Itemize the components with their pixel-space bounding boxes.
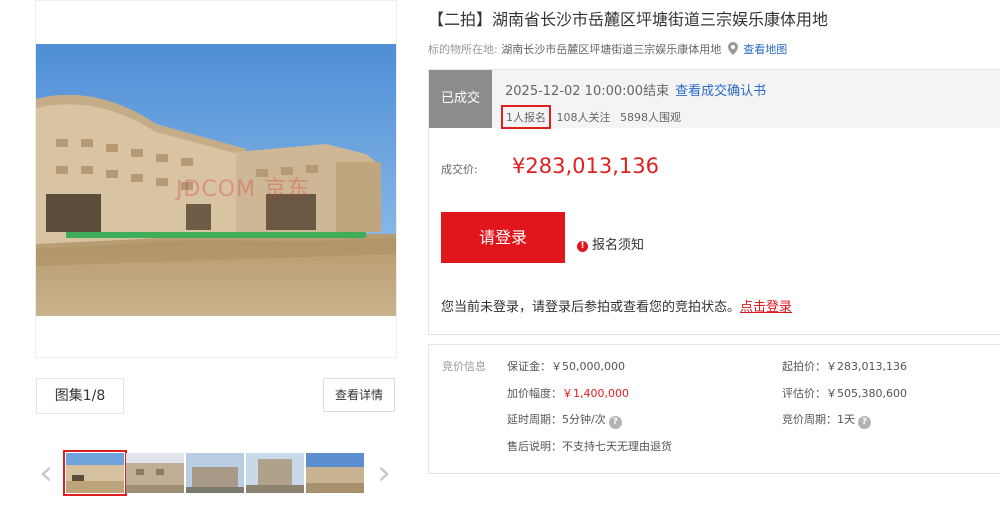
cycle-row: 竞价周期：1天? bbox=[782, 411, 871, 429]
signup-count: 1人报名 bbox=[501, 105, 551, 129]
location-row: 标的物所在地: 湖南长沙市岳麓区坪塘街道三宗娱乐康体用地 查看地图 bbox=[428, 41, 787, 57]
start-price: 起拍价：￥283,013,136 bbox=[782, 360, 907, 373]
end-time: 2025-12-02 10:00:00结束 bbox=[505, 84, 670, 99]
thumbnail-4[interactable] bbox=[246, 453, 304, 493]
main-photo[interactable]: JDCOM 京东 bbox=[35, 0, 397, 358]
status-header: 已成交 2025-12-02 10:00:00结束 查看成交确认书 1人报名 10… bbox=[429, 70, 1000, 129]
follower-count: 108人关注 bbox=[556, 111, 611, 124]
delay-period: 延时周期：5分钟/次 bbox=[507, 413, 606, 426]
login-button[interactable]: 请登录 bbox=[441, 212, 565, 263]
help-icon[interactable]: ? bbox=[858, 416, 871, 429]
bid-info-label: 竞价信息 bbox=[442, 360, 486, 373]
location-value: 湖南长沙市岳麓区坪塘街道三宗娱乐康体用地 bbox=[501, 43, 722, 56]
deposit: 保证金：￥50,000,000 bbox=[507, 360, 625, 373]
thumbnail-2[interactable] bbox=[126, 453, 184, 493]
thumbnail-image-3 bbox=[186, 453, 244, 493]
login-tip: 您当前未登录，请登录后参拍或查看您的竞拍状态。点击登录 bbox=[441, 296, 792, 315]
thumbnail-image-4 bbox=[246, 453, 304, 493]
registration-notice-link[interactable]: ! 报名须知 bbox=[577, 234, 644, 253]
location-label: 标的物所在地: bbox=[428, 43, 498, 56]
delay-row: 延时周期：5分钟/次? bbox=[507, 411, 622, 429]
thumbnail-image-2 bbox=[126, 453, 184, 493]
appraisal-price: 评估价：￥505,380,600 bbox=[782, 387, 907, 400]
auction-status-panel: 已成交 2025-12-02 10:00:00结束 查看成交确认书 1人报名 10… bbox=[428, 69, 1000, 335]
end-time-row: 2025-12-02 10:00:00结束 查看成交确认书 bbox=[505, 80, 766, 99]
increment-value: ￥1,400,000 bbox=[562, 387, 629, 400]
thumbnail-image-5 bbox=[306, 453, 364, 493]
gallery-counter: 图集1/8 bbox=[36, 378, 124, 414]
increment-label: 加价幅度： bbox=[507, 387, 562, 400]
view-details-button[interactable]: 查看详情 bbox=[323, 378, 395, 412]
viewer-count: 5898人围观 bbox=[620, 111, 681, 124]
alert-icon: ! bbox=[577, 241, 588, 252]
bid-info-panel: 竞价信息 保证金：￥50,000,000 加价幅度：￥1,400,000 延时周… bbox=[428, 344, 1000, 474]
bid-cycle: 竞价周期：1天 bbox=[782, 413, 855, 426]
registration-notice-label: 报名须知 bbox=[592, 238, 645, 253]
prev-arrow-icon[interactable]: ‹ bbox=[34, 456, 58, 490]
final-price-label: 成交价: bbox=[441, 163, 478, 176]
view-map-link[interactable]: 查看地图 bbox=[743, 43, 787, 56]
page-title: 【二拍】湖南省长沙市岳麓区坪塘街道三宗娱乐康体用地 bbox=[428, 10, 829, 29]
login-tip-text: 您当前未登录，请登录后参拍或查看您的竞拍状态。 bbox=[441, 300, 741, 315]
thumbnail-image-1 bbox=[66, 453, 124, 493]
confirmation-link[interactable]: 查看成交确认书 bbox=[675, 84, 766, 99]
watermark: JDCOM 京东 bbox=[176, 177, 311, 202]
map-pin-icon bbox=[727, 42, 738, 55]
stats-row: 1人报名 108人关注 5898人围观 bbox=[501, 105, 681, 129]
thumbnail-5[interactable] bbox=[306, 453, 364, 493]
increment-row: 加价幅度：￥1,400,000 bbox=[507, 385, 629, 401]
final-price-value: ¥283,013,136 bbox=[512, 154, 659, 178]
click-login-link[interactable]: 点击登录 bbox=[740, 300, 792, 315]
next-arrow-icon[interactable]: › bbox=[372, 456, 396, 490]
sold-badge: 已成交 bbox=[429, 70, 492, 128]
after-sale-note: 售后说明：不支持七天无理由退货 bbox=[507, 440, 672, 453]
thumbnail-1[interactable] bbox=[63, 450, 127, 496]
help-icon[interactable]: ? bbox=[608, 416, 622, 429]
thumbnail-3[interactable] bbox=[186, 453, 244, 493]
